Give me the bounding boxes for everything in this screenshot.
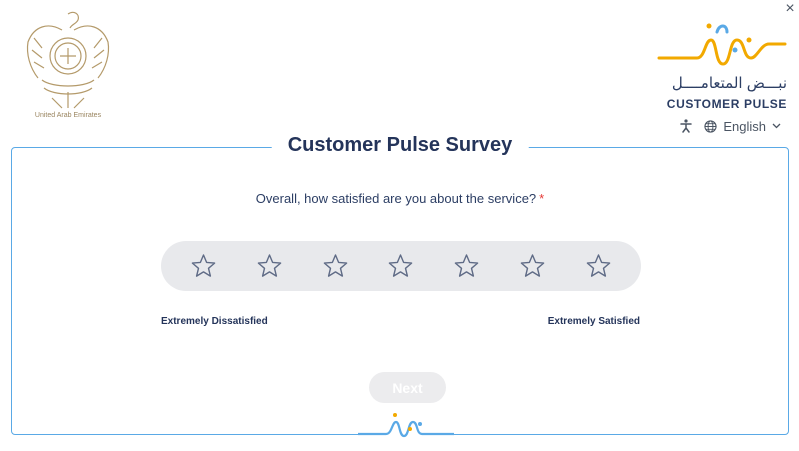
star-2[interactable] <box>256 253 283 280</box>
uae-emblem-icon <box>26 11 110 109</box>
survey-card: Customer Pulse Survey Overall, how satis… <box>11 134 789 438</box>
brand-arabic: نبـــض المتعامــــل <box>671 75 787 92</box>
close-icon: × <box>785 0 795 17</box>
star-3[interactable] <box>322 253 349 280</box>
min-label: Extremely Dissatisfied <box>161 316 268 327</box>
star-outline-icon <box>257 253 282 277</box>
accessibility-icon <box>680 119 693 133</box>
question-text: Overall, how satisfied are you about the… <box>255 191 537 206</box>
star-outline-icon <box>455 253 479 277</box>
language-label: English <box>723 118 766 134</box>
star-outline-icon <box>389 253 413 277</box>
star-1[interactable] <box>190 253 217 280</box>
customer-pulse-logo-icon <box>657 23 787 66</box>
star-rating <box>161 241 641 291</box>
customer-pulse-logo: نبـــض المتعامــــل CUSTOMER PULSE <box>657 18 787 116</box>
accessibility-button[interactable] <box>680 119 693 133</box>
survey-question: Overall, how satisfied are you about the… <box>12 191 788 206</box>
uae-emblem: United Arab Emirates <box>22 8 114 126</box>
max-label: Extremely Satisfied <box>547 316 640 327</box>
star-6[interactable] <box>519 253 546 280</box>
star-4[interactable] <box>387 253 414 280</box>
bottom-logo <box>356 412 456 438</box>
star-7[interactable] <box>585 253 612 280</box>
header-tools: English <box>680 116 781 136</box>
star-outline-icon <box>323 253 347 277</box>
star-5[interactable] <box>453 253 480 280</box>
emblem-caption: United Arab Emirates <box>34 112 102 119</box>
close-button[interactable]: × <box>783 0 797 18</box>
customer-pulse-logo-icon <box>356 413 456 438</box>
survey-title: Customer Pulse Survey <box>271 134 529 157</box>
language-selector[interactable]: English <box>704 119 781 134</box>
globe-icon <box>704 119 717 133</box>
star-outline-icon <box>520 253 545 277</box>
brand-latin: CUSTOMER PULSE <box>666 97 787 111</box>
required-mark: * <box>539 191 545 206</box>
next-button[interactable]: Next <box>369 372 446 403</box>
star-outline-icon <box>191 253 216 277</box>
star-outline-icon <box>586 253 611 277</box>
chevron-down-icon <box>772 123 781 129</box>
